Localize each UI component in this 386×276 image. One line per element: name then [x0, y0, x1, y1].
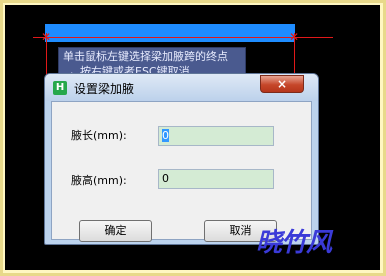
end-point-marker-icon: ✕ — [288, 30, 300, 44]
frame-top-edge — [0, 0, 386, 3]
beam-highlight — [45, 24, 295, 42]
haunch-height-input[interactable]: 0 — [158, 169, 274, 189]
haunch-height-label: 腋高(mm): — [71, 174, 127, 187]
dialog-title: 设置梁加腋 — [74, 82, 135, 96]
dialog-body: 腋长(mm): 0 腋高(mm): 0 确定 取消 — [51, 101, 312, 242]
haunch-height-value: 0 — [162, 172, 169, 185]
app-icon: H — [53, 81, 67, 95]
close-button[interactable]: × — [260, 75, 304, 93]
start-point-marker-icon: ✕ — [40, 30, 52, 44]
haunch-length-label: 腋长(mm): — [71, 129, 127, 142]
prompt-line-1: 单击鼠标左键选择梁加腋跨的终点 — [63, 50, 228, 63]
frame-left-edge — [0, 0, 3, 276]
haunch-length-value: 0 — [162, 129, 169, 142]
ok-button[interactable]: 确定 — [79, 220, 152, 242]
dialog-titlebar[interactable]: H 设置梁加腋 × — [45, 74, 318, 101]
watermark-logo: 晓竹风 — [256, 228, 332, 258]
haunch-length-input[interactable]: 0 — [158, 126, 274, 146]
beam-haunch-dialog: H 设置梁加腋 × 腋长(mm): 0 腋高(mm): 0 确定 取消 — [44, 73, 319, 245]
